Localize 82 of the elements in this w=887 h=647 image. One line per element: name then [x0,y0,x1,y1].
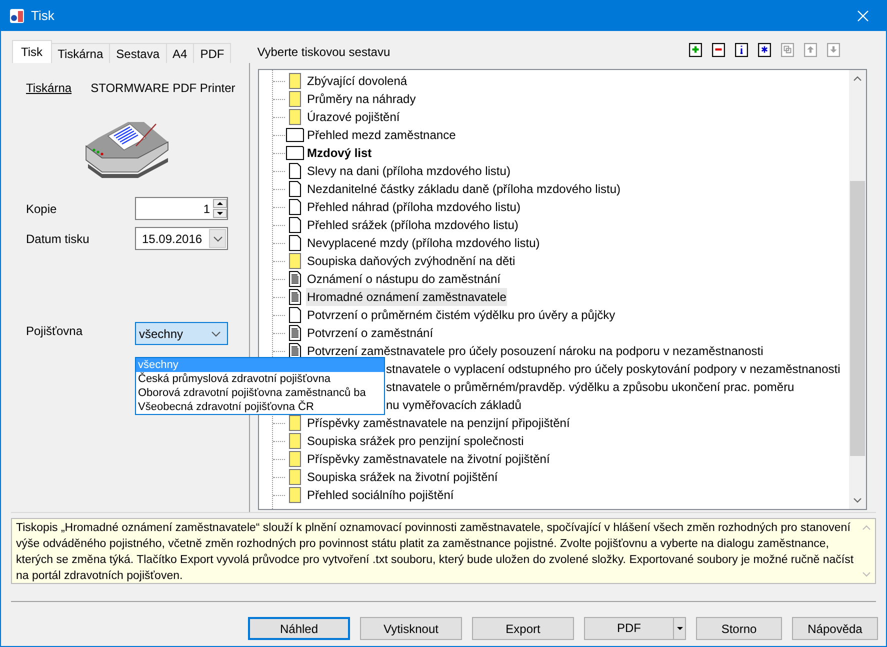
dialog-button[interactable]: Náhled [248,617,350,640]
report-item[interactable]: nu vyměřovacích základů [386,396,522,414]
report-item[interactable]: Přehled náhrad (příloha mzdového listu) [306,198,522,216]
report-item[interactable]: Přehled srážek (příloha mzdového listu) [306,216,520,234]
remove-icon[interactable] [712,43,725,57]
dialog-button[interactable]: Export [472,617,574,640]
add-icon[interactable] [689,43,702,57]
report-item[interactable]: Slevy na dani (příloha mzdového listu) [306,162,512,180]
document-icon [289,91,301,107]
document-icon [286,128,304,142]
report-item[interactable]: Příspěvky zaměstnavatele na penzijní připojištění [306,414,571,432]
info-icon[interactable] [735,43,748,57]
report-item[interactable]: Potvrzení zaměstnavatele pro účely posouzení nároku na podporu v nezaměstnanosti [306,342,764,360]
report-item[interactable]: Soupiska srážek na životní pojištění [306,468,499,486]
report-item[interactable]: Průměry na náhrady [306,90,417,108]
chevron-down-icon [212,236,222,242]
document-icon [289,163,301,179]
dropdown-option[interactable]: Všeobecná zdravotní pojišťovna ČR [136,400,384,414]
scroll-up-icon[interactable] [853,76,862,81]
scroll-up-icon [862,525,871,530]
report-item[interactable]: Soupiska srážek pro penzijní společnosti [306,432,525,450]
report-item[interactable]: stnavatele o vyplacení odstupného pro účely poskytování podpory v nezaměstnanosti [386,360,840,378]
text-document-icon [289,325,301,341]
date-picker[interactable]: 15.09.2016 [135,227,228,250]
document-icon [289,415,301,431]
field-label: Kopie [26,200,58,218]
document-icon [289,253,301,269]
copies-spinner[interactable]: 1 [135,197,228,220]
chevron-down-icon [211,330,221,336]
insurer-select[interactable]: všechny [135,322,228,345]
field-label: Pojišťovna [26,323,84,340]
app-icon [9,8,25,24]
report-item[interactable]: Potvrzení o zaměstnání [306,324,434,342]
report-item[interactable]: Mzdový list [306,144,373,162]
report-item[interactable]: Přehled sociálního pojištění [306,486,455,504]
section-heading: Vyberte tiskovou sestavu [257,44,390,61]
report-item[interactable]: Oznámení o nástupu do zaměstnání [306,270,502,288]
caret-icon[interactable] [676,627,682,630]
document-icon [289,181,301,197]
close-icon [857,10,869,22]
report-item[interactable]: Potvrzení o průměrném čistém výdělku pro úvěry a půjčky [306,306,616,324]
text-document-icon [289,271,301,287]
dialog-button[interactable]: Storno [696,617,782,640]
printer-link[interactable]: Tiskárna [26,79,72,97]
document-icon [289,469,301,485]
document-icon [289,199,301,215]
report-item[interactable]: Příspěvky zaměstnavatele na životní pojištění [306,450,551,468]
report-item[interactable]: Zbývající dovolená [306,72,408,90]
pdf-split-button[interactable]: PDF [584,617,686,640]
report-item[interactable]: Soupiska daňových zvýhodnění na děti [306,252,516,270]
spin-down-icon[interactable] [213,209,227,218]
scroll-down-icon[interactable] [853,498,862,503]
report-item[interactable]: Nezdanitelné částky základu daně (příloha mzdového listu) [306,180,622,198]
document-icon [289,307,301,323]
report-item[interactable]: Úrazové pojištění [306,108,401,126]
document-icon [286,146,304,160]
text-document-icon [289,289,301,305]
report-item[interactable]: Nevyplacené mzdy (příloha mzdového listu) [306,234,541,252]
document-icon [289,109,301,125]
tab[interactable]: Tisk [12,40,52,63]
tab[interactable]: PDF [193,43,232,63]
scrollbar-thumb[interactable] [850,181,865,456]
spin-up-icon[interactable] [213,199,227,208]
report-item[interactable]: stnavatele o průměrném/pravděp. výdělku a způsobu ukončení prac. poměru [386,378,794,396]
dialog-button[interactable]: Vytisknout [360,617,462,640]
report-item[interactable]: Hromadné oznámení zaměstnavatele [306,288,508,306]
window-title: Tisk [31,7,54,26]
document-icon [289,217,301,233]
document-icon [289,73,301,89]
document-icon [289,235,301,251]
document-icon [289,487,301,503]
printer-name: STORMWARE PDF Printer [90,80,236,97]
dropdown-option[interactable]: Oborová zdravotní pojišťovna zaměstnanců ba [136,386,384,400]
scroll-down-icon [862,572,871,577]
dropdown-option[interactable]: Česká průmyslová zdravotní pojišťovna [136,372,384,386]
document-icon [289,451,301,467]
dialog-button[interactable]: Nápověda [792,617,878,640]
report-item[interactable]: Přehled mezd zaměstnance [306,126,457,144]
scrollbar[interactable] [849,70,866,509]
description-text: Tiskopis „Hromadné oznámení zaměstnavatele“ slouží k plnění oznamovací povinnosti zaměstnavatele, spočívající v hlášení všech změn rozhodných pro stanovení výše odváděného pojistného, včetně změn rozhodných pro povinnost státu platit za zaměstnance pojistné. Zvolte pojišťovnu a vyberte na dialogu zaměstnance, kterých se změna týká. Tlačítko Export vyvolá průvodce pro vytvoření .txt souboru, který bude uložen do zvolené složky. Exportované soubory je možné ručně načíst na portál zdravotních pojišťoven. [15,521,855,583]
document-icon [289,433,301,449]
field-label: Datum tisku [26,230,90,248]
